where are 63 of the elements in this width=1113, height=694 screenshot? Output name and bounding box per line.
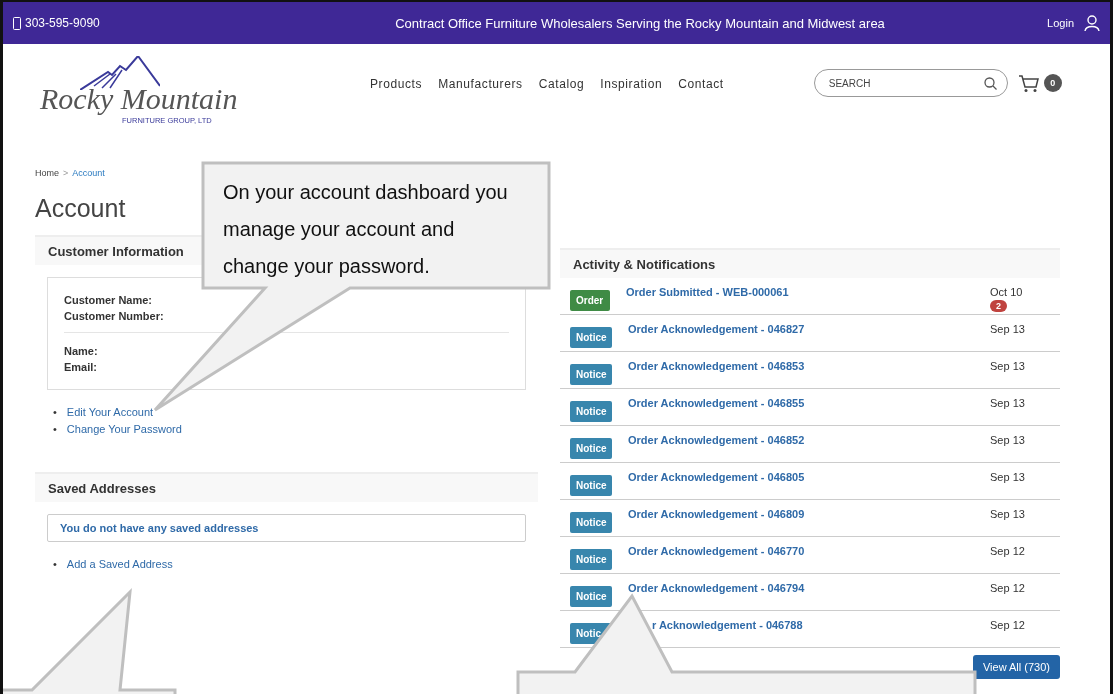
status-badge: Notice	[570, 401, 612, 422]
cart-count: 0	[1043, 74, 1062, 92]
field-label: Customer Number:	[64, 309, 165, 324]
search-icon	[983, 77, 997, 90]
nav-link[interactable]: Inspiration	[600, 77, 663, 91]
status-badge: Notice	[570, 364, 612, 385]
notification-link[interactable]: Order Acknowledgement - 046809	[628, 508, 990, 520]
notification-link[interactable]: Order Acknowledgement - 046770	[628, 545, 990, 557]
field-label: Email:	[64, 360, 98, 375]
nav-link[interactable]: Manufacturers	[438, 77, 523, 91]
user-icon	[1084, 14, 1100, 32]
date-text: Sep 12	[990, 619, 1025, 631]
breadcrumb-link[interactable]: Account	[72, 168, 105, 178]
date-text: Sep 13	[990, 471, 1025, 483]
field-label: Customer Name:	[64, 293, 154, 308]
notification-link[interactable]: Order Submitted - WEB-000061	[626, 286, 990, 298]
date-text: Oct 10	[990, 286, 1023, 298]
phone-number: 303-595-9090	[25, 16, 100, 30]
status-badge: Notice	[570, 549, 612, 570]
tagline: Contract Office Furniture Wholesalers Serving the Rocky Mountain and Midwest area	[394, 15, 886, 31]
date-text: Sep 12	[990, 545, 1025, 557]
breadcrumb-separator: >	[63, 168, 69, 178]
cart-icon[interactable]	[1017, 75, 1040, 93]
date-text: Sep 13	[990, 508, 1025, 520]
view-all-button[interactable]: View All (730)	[972, 655, 1060, 679]
notification-link[interactable]: Order Acknowledgement - 046827	[628, 323, 990, 335]
message-box: You do not have any saved addresses	[47, 514, 526, 542]
section-header: Saved Addresses	[35, 472, 538, 502]
nav-link[interactable]: Products	[370, 77, 423, 91]
bullet: •	[53, 423, 57, 435]
date-text: Sep 13	[990, 397, 1025, 409]
count-badge: 2	[990, 300, 1007, 312]
search-field[interactable]: SEARCH	[813, 69, 1008, 97]
status-badge: Notice	[570, 475, 612, 496]
date-text: Sep 13	[990, 360, 1025, 372]
notification-link[interactable]: Order Acknowledgement - 046794	[628, 582, 990, 594]
mountain-icon	[80, 56, 160, 90]
section-header: Activity & Notifications	[560, 248, 1060, 278]
nav-link[interactable]: Catalog	[538, 77, 585, 91]
nav-link[interactable]: Contact	[678, 77, 724, 91]
status-badge: Notice	[570, 327, 612, 348]
bullet: •	[53, 406, 57, 418]
notification-link[interactable]: Order Acknowledgement - 046852	[628, 434, 990, 446]
field-label: Name:	[64, 344, 99, 359]
status-badge: Notice	[570, 438, 612, 459]
status-badge: Notice	[570, 586, 612, 607]
notification-link[interactable]: Order Acknowledgement - 046805	[628, 471, 990, 483]
date-text: Sep 12	[990, 582, 1025, 594]
status-badge: Order	[570, 290, 610, 311]
notification-link[interactable]: r Acknowledgement - 046788	[652, 619, 990, 631]
notification-link[interactable]: Order Acknowledgement - 046853	[628, 360, 990, 372]
date-text: Sep 13	[990, 434, 1025, 446]
date-text: Sep 13	[990, 323, 1025, 335]
status-badge: Notice	[570, 512, 612, 533]
page-title: Account	[35, 194, 126, 223]
login-link[interactable]: Login	[1047, 14, 1100, 32]
list-link[interactable]: Edit Your Account	[66, 406, 154, 418]
list-link[interactable]: Add a Saved Address	[66, 558, 173, 570]
notification-link[interactable]: Order Acknowledgement - 046855	[628, 397, 990, 409]
breadcrumb-link[interactable]: Home	[35, 168, 59, 178]
phone-icon	[13, 16, 21, 30]
list-link[interactable]: Change Your Password	[66, 423, 182, 435]
bullet: •	[53, 558, 57, 570]
